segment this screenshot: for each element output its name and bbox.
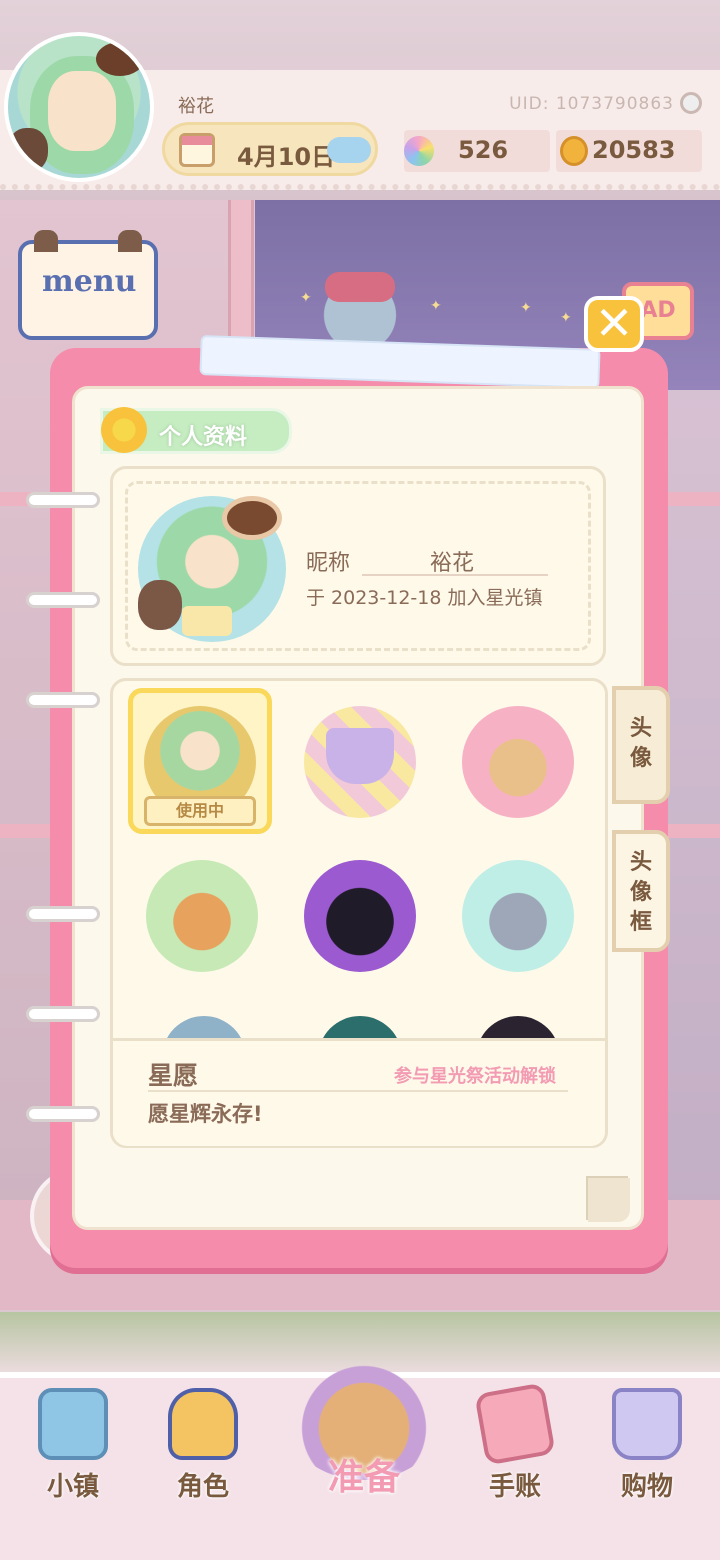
shopping-bag-icon (612, 1388, 682, 1460)
binder-ring (26, 592, 100, 608)
avatar-option-5[interactable] (304, 860, 416, 972)
wish-text[interactable]: 愿星辉永存! (148, 1098, 263, 1128)
close-icon: ✕ (594, 296, 634, 350)
close-button[interactable]: ✕ (584, 296, 644, 352)
binder-ring (26, 906, 100, 922)
player-nickname: 裕花 (178, 96, 214, 117)
binder-ring (26, 692, 100, 708)
player-uid: UID: 1073790863 (509, 94, 674, 114)
journal-icon (474, 1382, 556, 1466)
nav-prepare[interactable]: 准备 (264, 1330, 464, 1510)
avatar-option-4[interactable] (146, 860, 258, 972)
join-date-text: 于 2023-12-18 加入星光镇 (306, 587, 543, 609)
date-weather-pill[interactable]: 4月10日 (162, 122, 378, 176)
dress-icon (168, 1388, 238, 1460)
binder-ring (26, 1106, 100, 1122)
coin-icon (560, 136, 588, 166)
map-icon (38, 1388, 108, 1460)
nickname-label: 昵称 (306, 551, 351, 576)
current-date: 4月10日 (237, 143, 336, 171)
wish-title: 星愿 (148, 1061, 199, 1090)
wish-unlock-hint: 参与星光祭活动解锁 (394, 1066, 556, 1087)
in-use-badge: 使用中 (144, 796, 256, 826)
calendar-icon (179, 133, 215, 167)
player-avatar[interactable] (4, 32, 154, 182)
rainbow-gem-icon (404, 136, 434, 166)
copy-icon[interactable] (680, 92, 702, 114)
wish-panel (113, 1038, 605, 1146)
nickname-value[interactable]: 裕花 (430, 545, 474, 577)
nickname-underline (362, 574, 548, 576)
binder-ring (26, 492, 100, 508)
star-currency[interactable]: 526 (404, 130, 550, 172)
profile-avatar-image (138, 496, 286, 642)
menu-label: menu (42, 264, 137, 299)
menu-button[interactable]: menu (18, 230, 158, 340)
tab-avatar-frame[interactable]: 头 像 框 (612, 830, 670, 952)
section-tag-profile: 个人资料 (100, 407, 292, 454)
coin-currency[interactable]: 20583 (556, 130, 702, 172)
nav-shop[interactable]: 购物 (592, 1388, 702, 1518)
avatar-option-2[interactable] (304, 706, 416, 818)
star-count: 526 (458, 136, 509, 164)
wish-divider (148, 1090, 568, 1092)
nav-journal[interactable]: 手账 (460, 1382, 570, 1518)
flower-icon (101, 407, 147, 453)
nav-role[interactable]: 角色 (148, 1388, 258, 1518)
binder-ring (26, 1006, 100, 1022)
tab-avatar[interactable]: 头 像 (612, 686, 670, 804)
page-curl-decoration (588, 1178, 630, 1222)
cloud-icon (327, 137, 371, 163)
top-status-bar: 裕花 UID: 1073790863 4月10日 526 20583 (0, 32, 720, 190)
avatar-option-3[interactable] (462, 706, 574, 818)
section-title: 个人资料 (159, 425, 248, 450)
avatar-option-6[interactable] (462, 860, 574, 972)
coin-count: 20583 (592, 136, 676, 164)
nav-town[interactable]: 小镇 (18, 1388, 128, 1518)
